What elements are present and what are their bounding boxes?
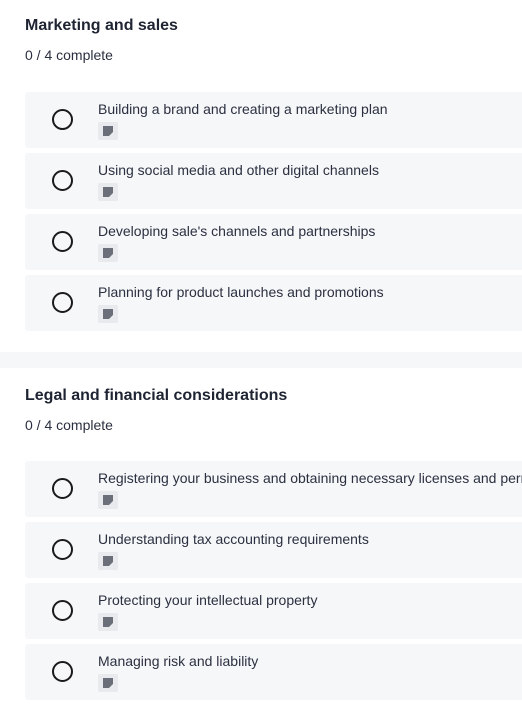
task-item[interactable]: Building a brand and creating a marketin…	[25, 92, 522, 148]
task-label: Managing risk and liability	[98, 653, 259, 669]
task-label: Building a brand and creating a marketin…	[98, 101, 388, 117]
note-icon[interactable]	[98, 491, 118, 509]
radio-circle-icon[interactable]	[52, 292, 73, 313]
note-icon[interactable]	[98, 552, 118, 570]
section-progress: 0 / 4 complete	[25, 417, 113, 433]
task-item[interactable]: Understanding tax accounting requirement…	[25, 522, 522, 578]
task-label: Planning for product launches and promot…	[98, 284, 384, 300]
section-title: Legal and financial considerations	[25, 387, 288, 404]
radio-circle-icon[interactable]	[52, 231, 73, 252]
task-label: Developing sale's channels and partnersh…	[98, 223, 376, 239]
radio-circle-icon[interactable]	[52, 170, 73, 191]
task-item[interactable]: Using social media and other digital cha…	[25, 153, 522, 209]
note-icon[interactable]	[98, 305, 118, 323]
section-marketing-and-sales: Marketing and sales 0 / 4 complete Build…	[0, 0, 522, 352]
note-icon[interactable]	[98, 122, 118, 140]
task-label: Protecting your intellectual property	[98, 592, 318, 608]
section-legal-and-financial: Legal and financial considerations 0 / 4…	[0, 368, 522, 712]
task-item[interactable]: Managing risk and liability	[25, 644, 522, 700]
section-divider	[0, 352, 522, 368]
task-list: Registering your business and obtaining …	[25, 461, 522, 705]
task-label: Using social media and other digital cha…	[98, 162, 379, 178]
note-icon[interactable]	[98, 183, 118, 201]
radio-circle-icon[interactable]	[52, 539, 73, 560]
task-item[interactable]: Planning for product launches and promot…	[25, 275, 522, 331]
task-item[interactable]: Protecting your intellectual property	[25, 583, 522, 639]
task-label: Understanding tax accounting requirement…	[98, 531, 369, 547]
note-icon[interactable]	[98, 613, 118, 631]
section-title: Marketing and sales	[25, 17, 178, 34]
note-icon[interactable]	[98, 674, 118, 692]
radio-circle-icon[interactable]	[52, 661, 73, 682]
radio-circle-icon[interactable]	[52, 109, 73, 130]
note-icon[interactable]	[98, 244, 118, 262]
radio-circle-icon[interactable]	[52, 600, 73, 621]
task-list: Building a brand and creating a marketin…	[25, 92, 522, 336]
radio-circle-icon[interactable]	[52, 478, 73, 499]
task-item[interactable]: Registering your business and obtaining …	[25, 461, 522, 517]
task-item[interactable]: Developing sale's channels and partnersh…	[25, 214, 522, 270]
task-label: Registering your business and obtaining …	[98, 470, 522, 486]
section-progress: 0 / 4 complete	[25, 47, 113, 63]
